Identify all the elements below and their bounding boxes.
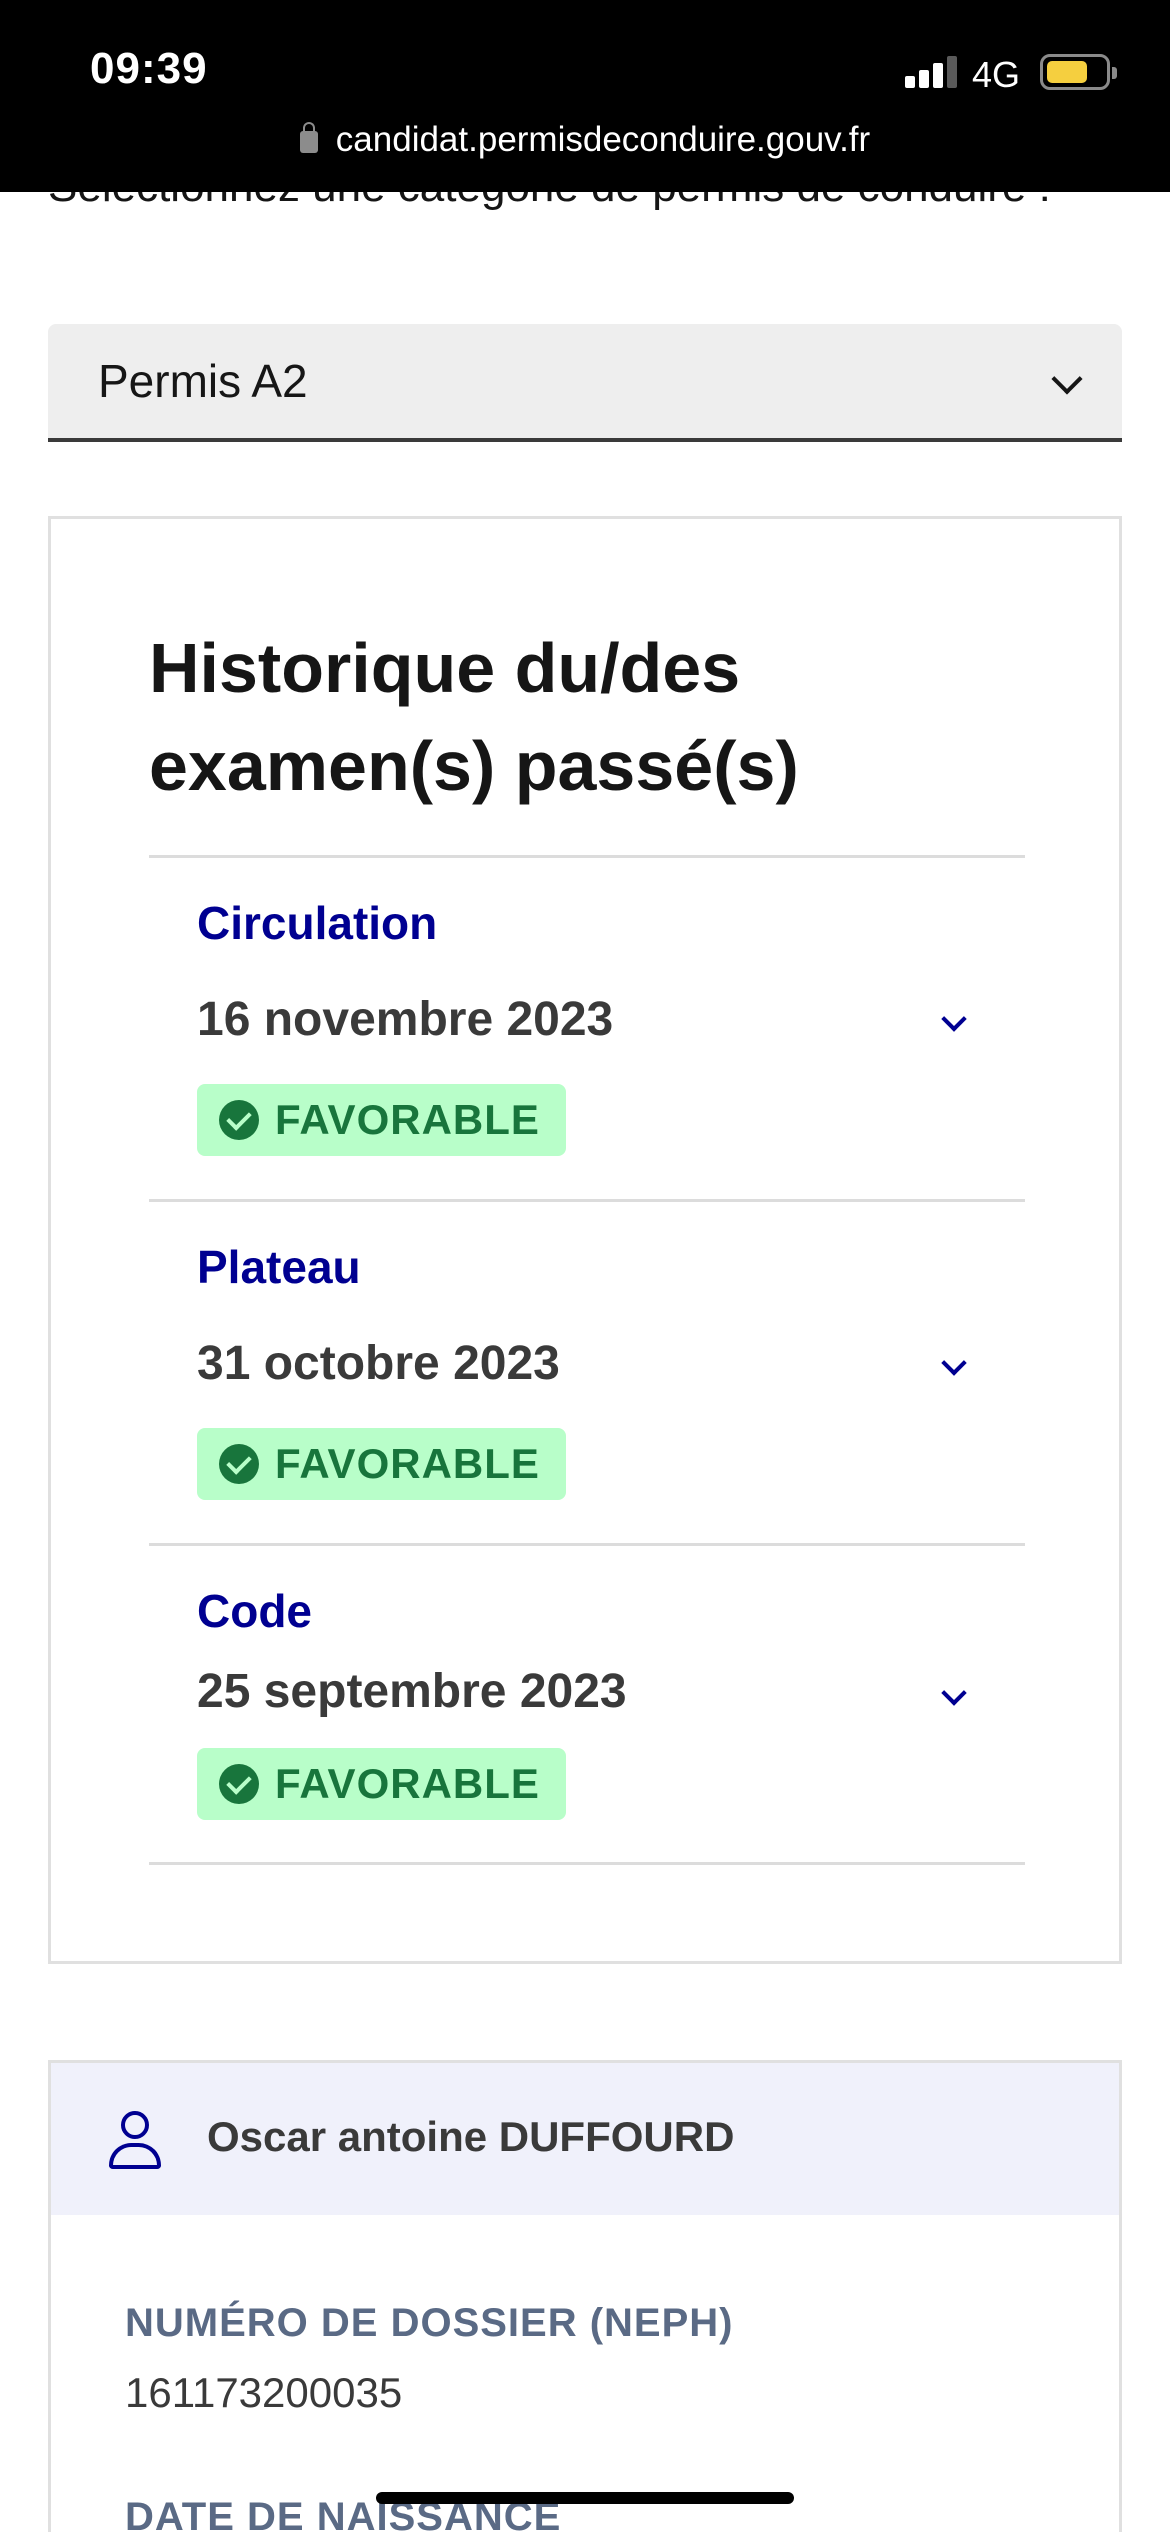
neph-value: 161173200035 xyxy=(125,2369,403,2416)
profile-name: Oscar antoine DUFFOURD xyxy=(207,2113,735,2160)
neph-label: NUMÉRO DE DOSSIER (NEPH) xyxy=(125,2301,734,2345)
exam-history-card: Historique du/des examen(s) passé(s) Cir… xyxy=(48,516,1122,1964)
exam-date: 31 octobre 2023 xyxy=(197,1337,560,1390)
status-badge-label: FAVORABLE xyxy=(275,1760,540,1807)
status-badge: FAVORABLE xyxy=(197,1084,566,1156)
signal-icon xyxy=(905,56,957,88)
exam-item-circulation[interactable]: Circulation 16 novembre 2023 FAVORABLE xyxy=(149,855,1025,1199)
home-indicator[interactable] xyxy=(376,2492,794,2504)
exam-date: 16 novembre 2023 xyxy=(197,993,614,1046)
address-bar[interactable]: candidat.permisdeconduire.gouv.fr xyxy=(0,120,1170,160)
status-badge: FAVORABLE xyxy=(197,1428,566,1500)
user-icon xyxy=(109,2111,161,2169)
status-badge-label: FAVORABLE xyxy=(275,1440,540,1487)
exam-name: Plateau xyxy=(197,1241,361,1293)
check-circle-icon xyxy=(219,1764,259,1804)
chevron-down-icon[interactable] xyxy=(941,1006,967,1032)
exam-history-title: Historique du/des examen(s) passé(s) xyxy=(149,629,799,805)
status-bar: 09:39 4G candidat.permisdeconduire.gouv.… xyxy=(0,0,1170,192)
battery-icon xyxy=(1040,54,1117,90)
status-badge: FAVORABLE xyxy=(197,1748,566,1820)
exam-item-code[interactable]: Code 25 septembre 2023 FAVORABLE xyxy=(149,1543,1025,1865)
exam-item-plateau[interactable]: Plateau 31 octobre 2023 FAVORABLE xyxy=(149,1199,1025,1543)
clock: 09:39 xyxy=(90,44,208,93)
lock-icon xyxy=(299,122,318,153)
status-badge-label: FAVORABLE xyxy=(275,1096,540,1143)
exam-name: Code xyxy=(197,1585,312,1637)
chevron-down-icon xyxy=(1051,363,1083,395)
chevron-down-icon[interactable] xyxy=(941,1680,967,1706)
network-type: 4G xyxy=(972,54,1021,95)
chevron-down-icon[interactable] xyxy=(941,1350,967,1376)
url-text: candidat.permisdeconduire.gouv.fr xyxy=(335,120,871,159)
exam-date: 25 septembre 2023 xyxy=(197,1665,627,1718)
check-circle-icon xyxy=(219,1100,259,1140)
permit-category-value: Permis A2 xyxy=(98,355,308,407)
profile-card: Oscar antoine DUFFOURD NUMÉRO DE DOSSIER… xyxy=(48,2060,1122,2532)
permit-category-select[interactable]: Permis A2 xyxy=(48,324,1122,442)
exam-name: Circulation xyxy=(197,897,438,949)
profile-header: Oscar antoine DUFFOURD xyxy=(51,2063,1119,2215)
check-circle-icon xyxy=(219,1444,259,1484)
